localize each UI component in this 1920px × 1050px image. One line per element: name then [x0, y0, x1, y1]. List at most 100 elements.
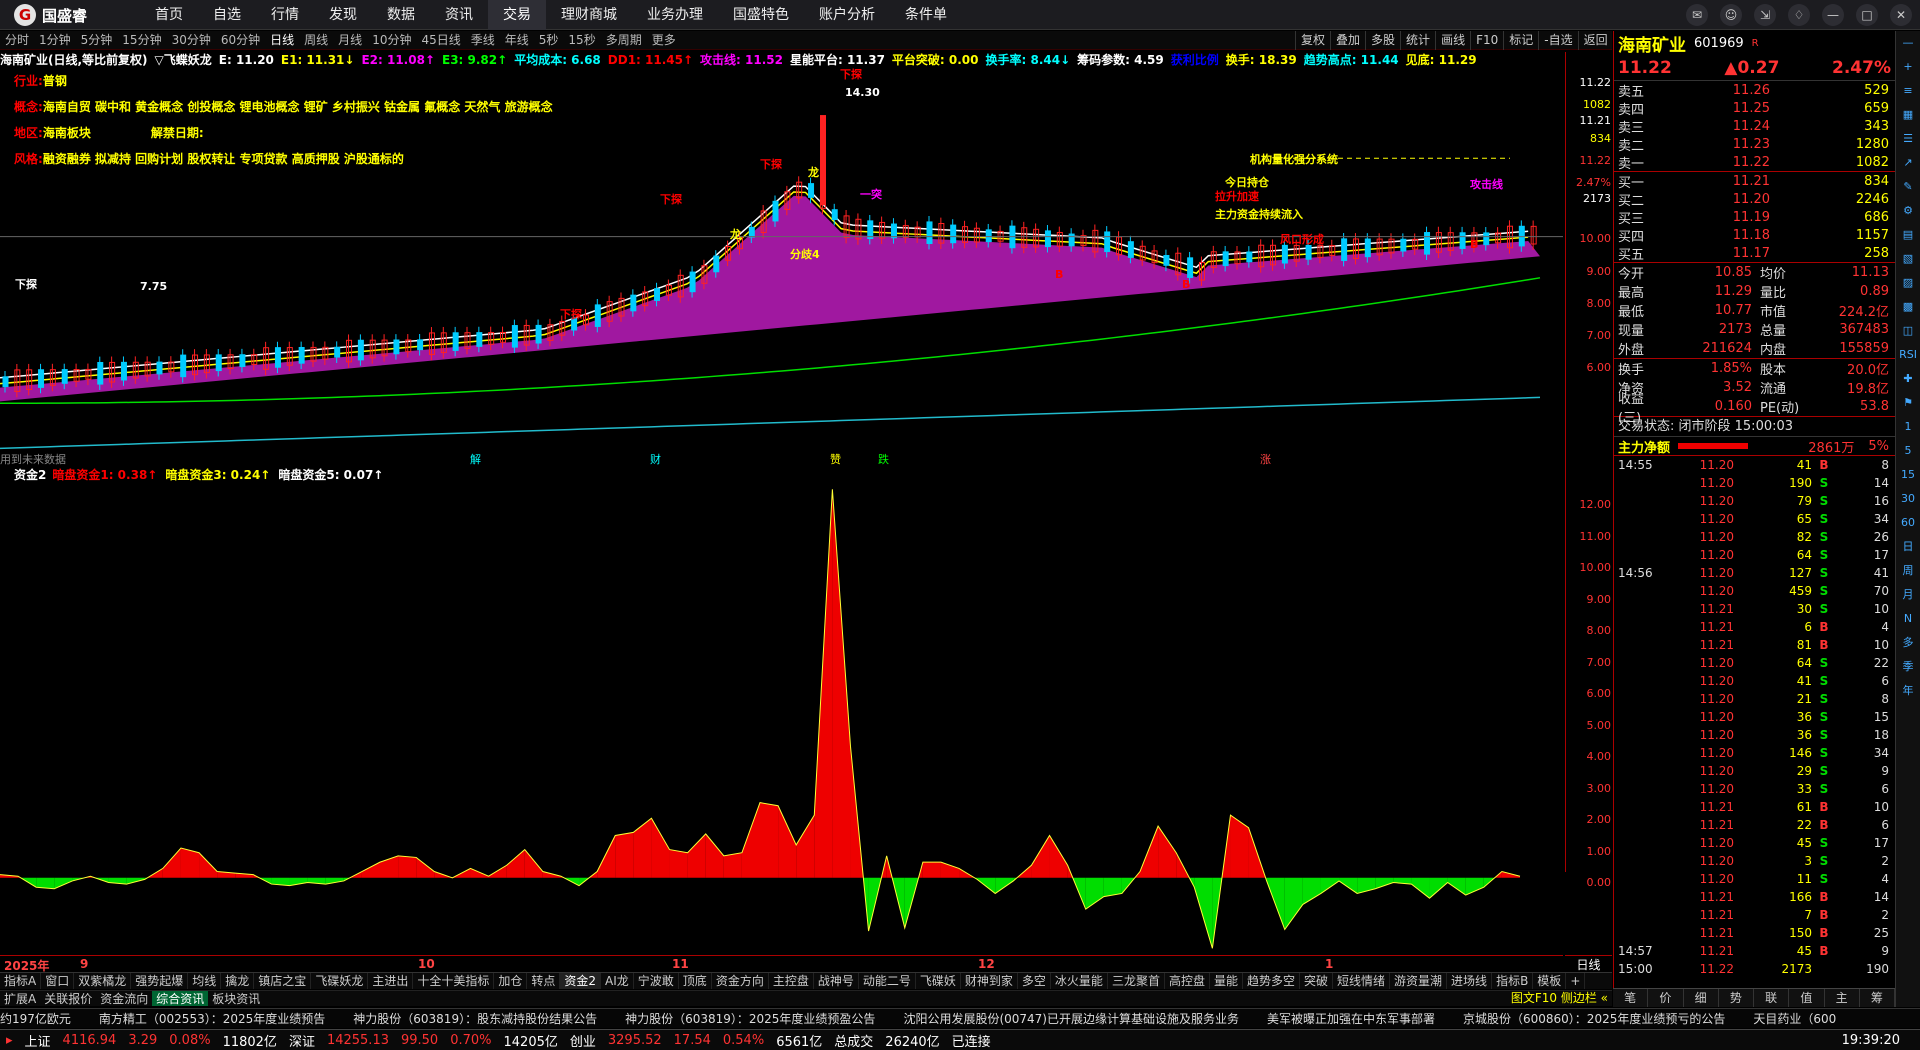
info-tab[interactable]: 资金流向	[96, 991, 152, 1006]
side-tool-icon[interactable]: ✎	[1896, 175, 1920, 199]
side-tool-icon[interactable]: ↗	[1896, 151, 1920, 175]
chat-icon[interactable]: ✉	[1686, 4, 1708, 26]
quote-tab[interactable]: 值	[1789, 989, 1825, 1007]
nav-item-11[interactable]: 条件单	[890, 0, 962, 30]
period-3[interactable]: 15分钟	[117, 31, 166, 49]
nav-item-3[interactable]: 发现	[314, 0, 372, 30]
side-tool-icon[interactable]: 季	[1896, 655, 1920, 679]
indicator-tab[interactable]: 飞碟妖	[916, 973, 961, 989]
indicator-tab[interactable]: 多空	[1018, 973, 1051, 989]
indicator-tab[interactable]: 擒龙	[221, 973, 255, 989]
side-tool-icon[interactable]: ⚑	[1896, 391, 1920, 415]
news-item[interactable]: 神力股份（603819）：2025年度业绩预盈公告	[625, 1009, 875, 1028]
period-15[interactable]: 多周期	[601, 31, 647, 49]
indicator-tab[interactable]: 十全十美指标	[413, 973, 495, 989]
side-tool-icon[interactable]: RSI	[1896, 343, 1920, 367]
news-item[interactable]: 天目药业（600	[1753, 1009, 1836, 1028]
indicator-tab[interactable]: 加仓	[494, 973, 528, 989]
indicator-tab[interactable]: 飞碟妖龙	[311, 973, 369, 989]
quote-tab[interactable]: 联	[1754, 989, 1790, 1007]
side-tool-icon[interactable]: 1	[1896, 415, 1920, 439]
bid-row[interactable]: 买五 11.17 258	[1614, 244, 1895, 263]
nav-item-2[interactable]: 行情	[256, 0, 314, 30]
quote-tab[interactable]: 主	[1825, 989, 1860, 1007]
bid-row[interactable]: 买二 11.20 2246	[1614, 190, 1895, 209]
chart-tool-2[interactable]: 多股	[1365, 31, 1400, 50]
nav-item-6[interactable]: 交易	[488, 0, 546, 30]
chart-tool-5[interactable]: F10	[1470, 31, 1503, 50]
side-tool-icon[interactable]: ≡	[1896, 79, 1920, 103]
chart-tool-7[interactable]: -自选	[1538, 31, 1577, 50]
chart-tool-8[interactable]: 返回	[1577, 31, 1613, 50]
news-item[interactable]: 沈阳公用发展股份(00747)已开展边缘计算基础设施及服务业务	[903, 1009, 1239, 1028]
nav-item-7[interactable]: 理财商城	[546, 0, 632, 30]
chart-tool-3[interactable]: 统计	[1400, 31, 1435, 50]
indicator-tab[interactable]: +	[1566, 973, 1586, 989]
nav-item-4[interactable]: 数据	[372, 0, 430, 30]
chart-tool-6[interactable]: 标记	[1503, 31, 1538, 50]
side-tool-icon[interactable]: —	[1896, 31, 1920, 55]
indicator-tab[interactable]: 指标B	[1492, 973, 1534, 989]
nav-item-0[interactable]: 首页	[140, 0, 198, 30]
indicator-tab[interactable]: 窗口	[41, 973, 75, 989]
period-14[interactable]: 15秒	[563, 31, 600, 49]
indicator-tab[interactable]: 冰火量能	[1051, 973, 1108, 989]
close-icon[interactable]: ✕	[1890, 4, 1912, 26]
side-tool-icon[interactable]: ⚙	[1896, 199, 1920, 223]
info-tab[interactable]: 板块资讯	[208, 991, 264, 1006]
side-tool-icon[interactable]: ▦	[1896, 103, 1920, 127]
side-tool-icon[interactable]: ◫	[1896, 319, 1920, 343]
period-5[interactable]: 60分钟	[216, 31, 265, 49]
indicator-tab[interactable]: 量能	[1210, 973, 1243, 989]
indicator-tab[interactable]: 资金方向	[712, 973, 769, 989]
nav-item-10[interactable]: 账户分析	[804, 0, 890, 30]
nav-item-5[interactable]: 资讯	[430, 0, 488, 30]
period-16[interactable]: 更多	[647, 31, 681, 49]
indicator-tab[interactable]: 顶底	[679, 973, 712, 989]
quote-tab[interactable]: 价	[1648, 989, 1684, 1007]
info-tab[interactable]: 扩展A	[0, 991, 40, 1006]
side-tool-icon[interactable]: 日	[1896, 535, 1920, 559]
period-1[interactable]: 1分钟	[34, 31, 76, 49]
ask-row[interactable]: 卖五 11.26 529	[1614, 81, 1895, 100]
side-tool-icon[interactable]: ▤	[1896, 223, 1920, 247]
indicator-tab[interactable]: 三龙聚首	[1108, 973, 1165, 989]
period-2[interactable]: 5分钟	[76, 31, 118, 49]
nav-item-9[interactable]: 国盛特色	[718, 0, 804, 30]
period-9[interactable]: 10分钟	[367, 31, 416, 49]
chart-tool-0[interactable]: 复权	[1295, 31, 1330, 50]
quote-tab[interactable]: 细	[1684, 989, 1719, 1007]
side-tool-icon[interactable]: +	[1896, 55, 1920, 79]
news-item[interactable]: 神力股份（603819）：股东减持股份结果公告	[353, 1009, 597, 1028]
side-tool-icon[interactable]: ✚	[1896, 367, 1920, 391]
news-item[interactable]: 约197亿欧元	[0, 1009, 71, 1028]
indicator-tab[interactable]: 主控盘	[769, 973, 814, 989]
stock-name[interactable]: 海南矿业	[1618, 31, 1686, 56]
fund-flow-indicator-chart[interactable]	[0, 483, 1563, 953]
maximize-icon[interactable]: □	[1856, 4, 1878, 26]
period-13[interactable]: 5秒	[534, 31, 564, 49]
indicator-tab[interactable]: 宁波敢	[634, 973, 679, 989]
period-7[interactable]: 周线	[299, 31, 333, 49]
nav-item-8[interactable]: 业务办理	[632, 0, 718, 30]
info-tab[interactable]: 综合资讯	[152, 991, 209, 1006]
period-4[interactable]: 30分钟	[167, 31, 216, 49]
nav-item-1[interactable]: 自选	[198, 0, 256, 30]
quote-tab[interactable]: 笔	[1613, 989, 1649, 1007]
side-tool-icon[interactable]: 月	[1896, 583, 1920, 607]
shirt-icon[interactable]: ♢	[1788, 4, 1810, 26]
indicator-tab[interactable]: 模板	[1533, 973, 1567, 989]
period-6[interactable]: 日线	[265, 31, 299, 49]
indicator-tab[interactable]: 进场线	[1447, 973, 1493, 989]
side-tool-icon[interactable]: ▧	[1896, 247, 1920, 271]
side-tool-icon[interactable]: 5	[1896, 439, 1920, 463]
news-item[interactable]: 京城股份（600860）：2025年度业绩预亏的公告	[1463, 1009, 1725, 1028]
period-8[interactable]: 月线	[333, 31, 367, 49]
indicator-tab[interactable]: 战神号	[814, 973, 859, 989]
side-tool-icon[interactable]: 60	[1896, 511, 1920, 535]
indicator-name[interactable]: 资金2	[0, 468, 46, 482]
expand-icon[interactable]: ⇲	[1754, 4, 1776, 26]
news-item[interactable]: 美军被曝正加强在中东军事部署	[1267, 1009, 1435, 1028]
side-tool-icon[interactable]: 年	[1896, 679, 1920, 703]
indicator-tab[interactable]: 主进出	[368, 973, 414, 989]
